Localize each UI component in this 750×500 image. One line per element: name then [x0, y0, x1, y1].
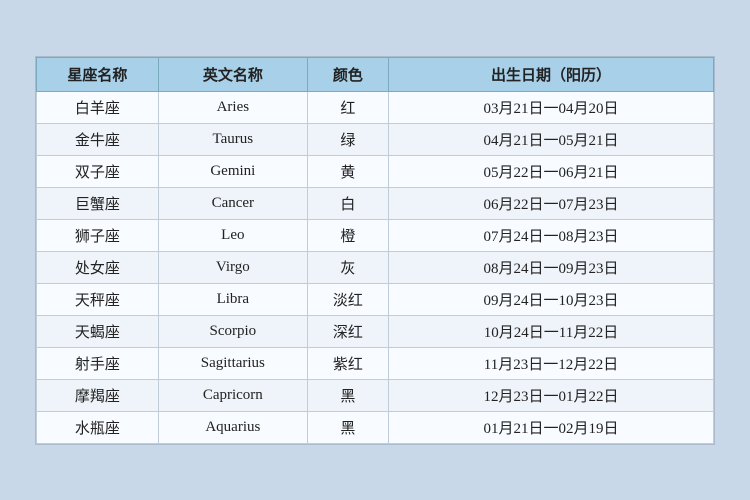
- cell-zh: 处女座: [37, 251, 159, 283]
- cell-color: 黑: [307, 379, 388, 411]
- cell-color: 红: [307, 91, 388, 123]
- cell-zh: 水瓶座: [37, 411, 159, 443]
- cell-color: 绿: [307, 123, 388, 155]
- cell-en: Gemini: [158, 155, 307, 187]
- cell-zh: 金牛座: [37, 123, 159, 155]
- table-row: 水瓶座Aquarius黑01月21日一02月19日: [37, 411, 714, 443]
- cell-color: 橙: [307, 219, 388, 251]
- cell-en: Libra: [158, 283, 307, 315]
- cell-date: 05月22日一06月21日: [389, 155, 714, 187]
- cell-date: 10月24日一11月22日: [389, 315, 714, 347]
- cell-date: 04月21日一05月21日: [389, 123, 714, 155]
- cell-color: 紫红: [307, 347, 388, 379]
- zodiac-table: 星座名称 英文名称 颜色 出生日期（阳历） 白羊座Aries红03月21日一04…: [35, 56, 715, 445]
- cell-zh: 摩羯座: [37, 379, 159, 411]
- cell-date: 07月24日一08月23日: [389, 219, 714, 251]
- table-header-row: 星座名称 英文名称 颜色 出生日期（阳历）: [37, 57, 714, 91]
- cell-en: Virgo: [158, 251, 307, 283]
- table-row: 天秤座Libra淡红09月24日一10月23日: [37, 283, 714, 315]
- table-row: 摩羯座Capricorn黑12月23日一01月22日: [37, 379, 714, 411]
- table-row: 天蝎座Scorpio深红10月24日一11月22日: [37, 315, 714, 347]
- cell-color: 淡红: [307, 283, 388, 315]
- table-row: 巨蟹座Cancer白06月22日一07月23日: [37, 187, 714, 219]
- cell-date: 06月22日一07月23日: [389, 187, 714, 219]
- cell-date: 01月21日一02月19日: [389, 411, 714, 443]
- table-row: 处女座Virgo灰08月24日一09月23日: [37, 251, 714, 283]
- cell-zh: 双子座: [37, 155, 159, 187]
- table-row: 射手座Sagittarius紫红11月23日一12月22日: [37, 347, 714, 379]
- header-en: 英文名称: [158, 57, 307, 91]
- cell-date: 09月24日一10月23日: [389, 283, 714, 315]
- cell-en: Sagittarius: [158, 347, 307, 379]
- cell-date: 03月21日一04月20日: [389, 91, 714, 123]
- cell-zh: 巨蟹座: [37, 187, 159, 219]
- cell-en: Capricorn: [158, 379, 307, 411]
- cell-en: Aries: [158, 91, 307, 123]
- cell-en: Cancer: [158, 187, 307, 219]
- cell-zh: 天秤座: [37, 283, 159, 315]
- cell-en: Scorpio: [158, 315, 307, 347]
- cell-zh: 天蝎座: [37, 315, 159, 347]
- cell-zh: 狮子座: [37, 219, 159, 251]
- cell-color: 深红: [307, 315, 388, 347]
- cell-date: 11月23日一12月22日: [389, 347, 714, 379]
- cell-color: 黑: [307, 411, 388, 443]
- cell-color: 白: [307, 187, 388, 219]
- header-zh: 星座名称: [37, 57, 159, 91]
- cell-color: 黄: [307, 155, 388, 187]
- cell-en: Taurus: [158, 123, 307, 155]
- table-row: 金牛座Taurus绿04月21日一05月21日: [37, 123, 714, 155]
- table-row: 双子座Gemini黄05月22日一06月21日: [37, 155, 714, 187]
- table-row: 白羊座Aries红03月21日一04月20日: [37, 91, 714, 123]
- cell-date: 08月24日一09月23日: [389, 251, 714, 283]
- cell-zh: 白羊座: [37, 91, 159, 123]
- cell-color: 灰: [307, 251, 388, 283]
- cell-en: Leo: [158, 219, 307, 251]
- table-row: 狮子座Leo橙07月24日一08月23日: [37, 219, 714, 251]
- cell-date: 12月23日一01月22日: [389, 379, 714, 411]
- cell-en: Aquarius: [158, 411, 307, 443]
- header-date: 出生日期（阳历）: [389, 57, 714, 91]
- cell-zh: 射手座: [37, 347, 159, 379]
- header-color: 颜色: [307, 57, 388, 91]
